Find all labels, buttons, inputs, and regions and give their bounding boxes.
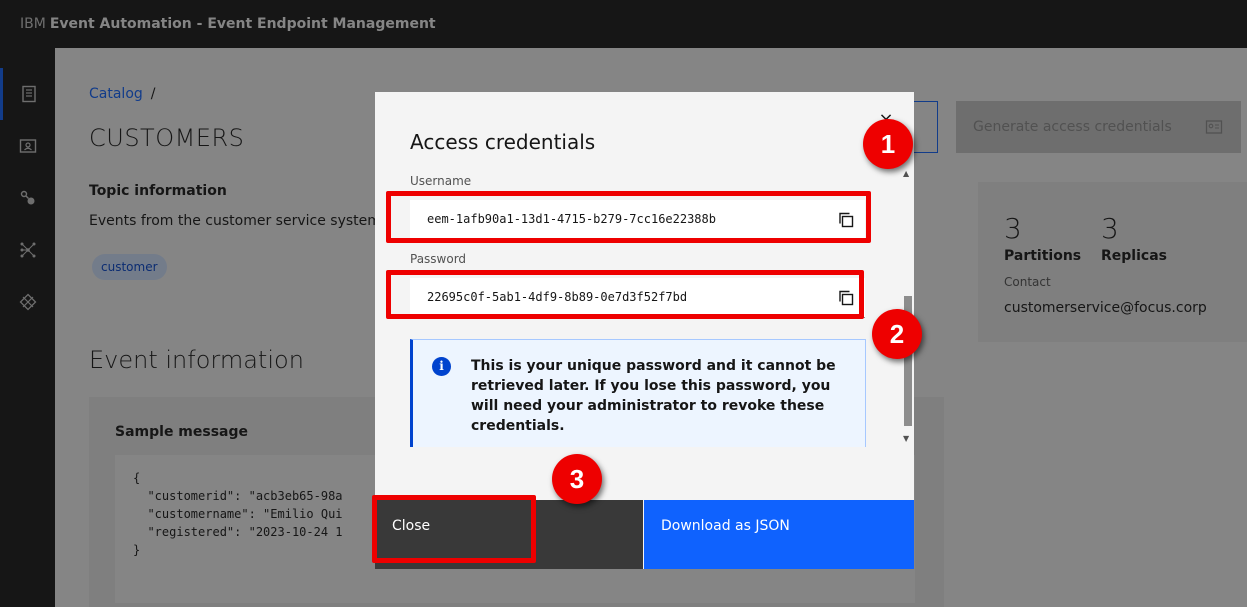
username-highlight-box bbox=[386, 191, 871, 243]
close-highlight-box bbox=[372, 495, 536, 563]
password-notice: i This is your unique password and it ca… bbox=[410, 339, 866, 447]
info-icon: i bbox=[432, 357, 451, 376]
password-notice-text: This is your unique password and it cann… bbox=[471, 358, 836, 434]
modal-title: Access credentials bbox=[410, 130, 596, 154]
scroll-up-icon[interactable]: ▲ bbox=[903, 169, 909, 178]
step-3-badge: 3 bbox=[552, 454, 602, 504]
password-highlight-box bbox=[386, 270, 864, 319]
step-1-badge: 1 bbox=[863, 119, 913, 169]
download-json-button[interactable]: Download as JSON bbox=[644, 500, 914, 569]
step-2-badge: 2 bbox=[872, 309, 922, 359]
scroll-down-icon[interactable]: ▼ bbox=[903, 434, 909, 443]
password-label: Password bbox=[410, 252, 467, 266]
username-label: Username bbox=[410, 174, 472, 188]
